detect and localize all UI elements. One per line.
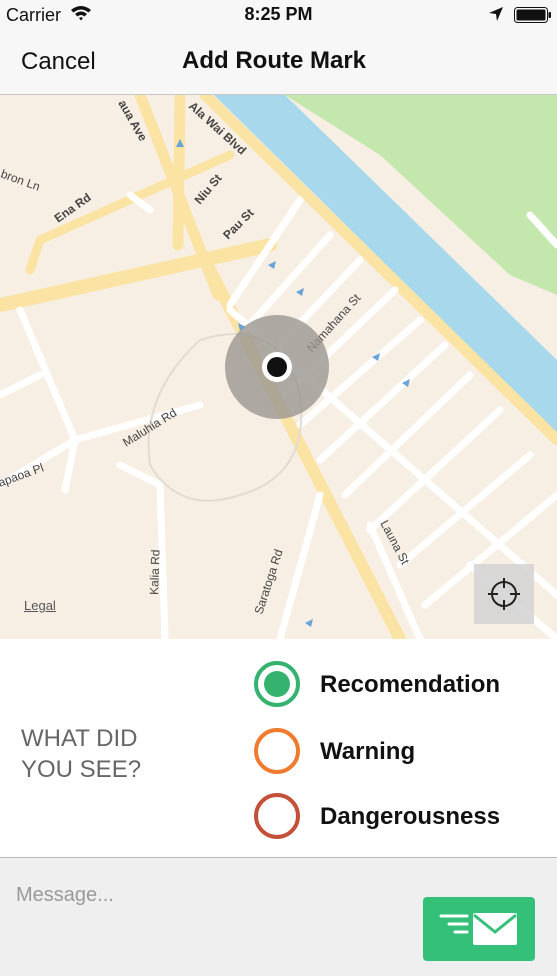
street-label: Niu St: [192, 171, 225, 207]
message-input[interactable]: [0, 858, 410, 976]
locate-me-button[interactable]: [474, 564, 534, 624]
radio-button[interactable]: [254, 661, 300, 707]
street-label: Pau St: [220, 206, 256, 242]
question-label: WHAT DID YOU SEE?: [21, 725, 142, 783]
map-canvas: Ala Wai Blvd Niu St Pau St Ena Rd bron L…: [0, 95, 557, 639]
send-mail-icon: [439, 913, 517, 945]
street-label: Kalia Rd: [147, 549, 163, 595]
page-title: Add Route Mark: [182, 47, 367, 74]
send-button[interactable]: [423, 897, 535, 961]
mark-type-panel: WHAT DID YOU SEE? Recomendation Warning …: [0, 639, 557, 858]
street-label: Saratoga Rd: [252, 548, 286, 616]
navigation-bar: Cancel Add Route Mark: [0, 32, 557, 95]
clock-label: 8:25 PM: [244, 4, 313, 24]
legal-link[interactable]: Legal: [24, 598, 56, 613]
option-recomendation[interactable]: Recomendation: [254, 661, 544, 707]
map-view[interactable]: Ala Wai Blvd Niu St Pau St Ena Rd bron L…: [0, 95, 557, 639]
radio-button[interactable]: [254, 728, 300, 774]
radio-button[interactable]: [254, 793, 300, 839]
crosshair-icon: [488, 578, 520, 610]
battery-icon: [514, 7, 551, 23]
option-label: Warning: [320, 738, 416, 765]
message-bar: [0, 858, 557, 976]
status-bar: Carrier 8:25 PM: [0, 0, 557, 32]
location-arrow-icon: [489, 7, 503, 21]
cancel-button[interactable]: Cancel: [21, 48, 96, 76]
radio-selected-dot: [264, 671, 290, 697]
option-label: Dangerousness: [320, 803, 501, 830]
option-dangerousness[interactable]: Dangerousness: [254, 793, 544, 839]
street-label: apaoa Pl: [0, 460, 46, 489]
option-warning[interactable]: Warning: [254, 728, 544, 774]
street-label: bron Ln: [0, 167, 42, 194]
option-label: Recomendation: [320, 671, 501, 698]
